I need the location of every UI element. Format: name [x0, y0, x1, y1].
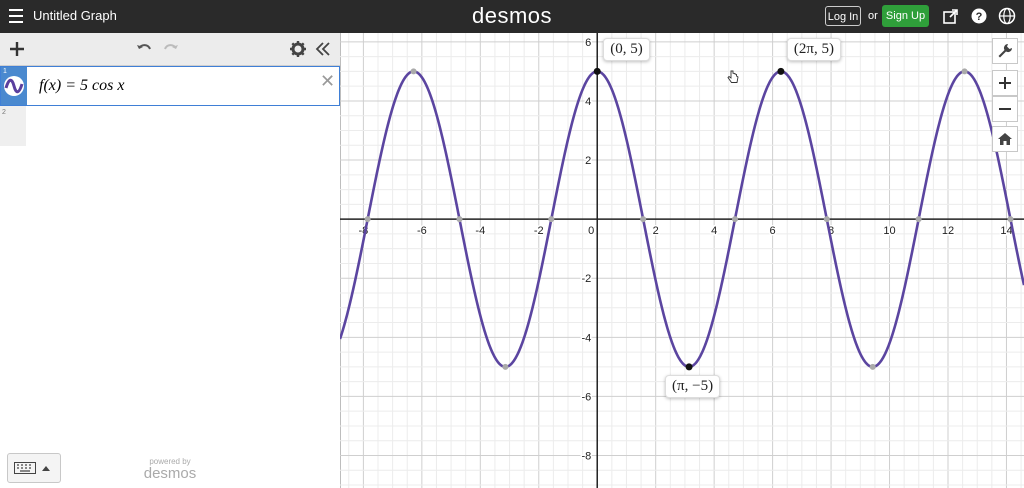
powered-by-desmos: powered by desmos [0, 457, 340, 482]
extremum-point[interactable] [961, 68, 968, 75]
zero-point[interactable] [640, 216, 647, 223]
home-icon [998, 133, 1012, 145]
zero-point[interactable] [456, 216, 463, 223]
labeled-point[interactable] [777, 67, 785, 75]
y-tick-label: -8 [581, 451, 591, 463]
delete-expression-icon[interactable]: ✕ [320, 71, 335, 92]
x-tick-label: 12 [942, 225, 954, 237]
x-tick-label: 10 [883, 225, 895, 237]
graph-plot[interactable]: -8 -6 -4 -2 0 2 4 6 8 10 12 14-8-6-4-2246 [340, 33, 1024, 488]
wrench-icon [998, 43, 1013, 58]
expression-index-tab: 2 [0, 106, 26, 146]
settings-gear-icon[interactable] [289, 40, 307, 58]
labeled-point[interactable] [685, 363, 693, 371]
login-button[interactable]: Log In [825, 6, 861, 26]
plus-icon [999, 77, 1011, 89]
menu-icon[interactable] [9, 9, 23, 23]
x-tick-label: 0 [588, 225, 594, 237]
hand-cursor-icon [727, 70, 739, 83]
graph-canvas[interactable]: -8 -6 -4 -2 0 2 4 6 8 10 12 14 -8 -6 -4 -2 2 4 6 [340, 33, 1024, 488]
zero-point[interactable] [823, 216, 830, 223]
redo-icon[interactable] [162, 40, 180, 58]
expression-toolbar [0, 33, 340, 66]
extremum-point[interactable] [869, 363, 876, 370]
globe-icon[interactable] [998, 7, 1016, 25]
y-tick-label: 6 [585, 37, 591, 49]
expression-item-empty[interactable]: 2 [0, 106, 340, 146]
zero-point[interactable] [1007, 216, 1014, 223]
svg-text:?: ? [976, 11, 983, 23]
zero-point[interactable] [915, 216, 922, 223]
extremum-point[interactable] [410, 68, 417, 75]
y-tick-label: -4 [581, 332, 591, 344]
default-viewport-button[interactable] [992, 126, 1018, 152]
x-tick-label: 6 [770, 225, 776, 237]
y-tick-label: 4 [585, 96, 591, 108]
zoom-in-button[interactable] [992, 70, 1018, 96]
graph-title[interactable]: Untitled Graph [33, 8, 117, 23]
expression-index: 2 [2, 109, 6, 116]
point-label-0-5[interactable]: (0, 5) [603, 38, 650, 62]
x-tick-label: 4 [711, 225, 717, 237]
expression-index: 1 [3, 68, 7, 75]
zero-point[interactable] [731, 216, 738, 223]
expression-item[interactable]: 1 f(x) = 5 cos x ✕ [0, 66, 340, 106]
zero-point[interactable] [548, 216, 555, 223]
y-tick-label: -2 [581, 273, 591, 285]
signup-button[interactable]: Sign Up [882, 5, 929, 27]
collapse-panel-icon[interactable] [314, 40, 332, 58]
or-label: or [868, 10, 878, 22]
point-label-2pi-5[interactable]: (2π, 5) [786, 38, 841, 62]
expression-math[interactable]: f(x) = 5 cos x [39, 77, 124, 95]
zero-point[interactable] [364, 216, 371, 223]
add-expression-icon[interactable] [8, 40, 26, 58]
x-tick-label: -2 [534, 225, 544, 237]
minus-icon [999, 108, 1011, 110]
graph-color-icon[interactable] [3, 75, 25, 97]
undo-icon[interactable] [135, 40, 153, 58]
point-label-pi-neg5[interactable]: (π, −5) [665, 374, 721, 398]
expression-color-tab[interactable]: 1 [1, 67, 27, 105]
x-tick-label: -4 [475, 225, 485, 237]
x-tick-label: 2 [653, 225, 659, 237]
help-icon[interactable]: ? [970, 7, 988, 25]
labeled-point[interactable] [593, 67, 601, 75]
footer-brand: desmos [143, 465, 197, 482]
extremum-point[interactable] [502, 363, 509, 370]
x-tick-label: -6 [417, 225, 427, 237]
y-tick-label: -6 [581, 391, 591, 403]
graph-settings-button[interactable] [992, 38, 1018, 64]
expression-panel: 1 f(x) = 5 cos x ✕ 2 powered by desmos [0, 33, 341, 488]
y-tick-label: 2 [585, 155, 591, 167]
top-bar: Untitled Graph desmos Log In or Sign Up … [0, 0, 1024, 33]
zoom-out-button[interactable] [992, 96, 1018, 122]
share-icon[interactable] [942, 7, 960, 25]
